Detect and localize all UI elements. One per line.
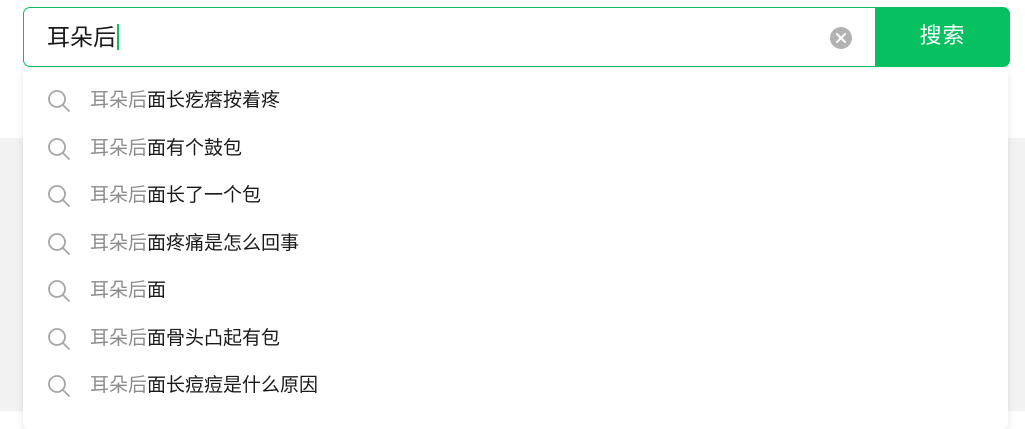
suggestion-prefix: 耳朵后 bbox=[90, 184, 148, 206]
suggestion-list: 耳朵后面长疙瘩按着疼 耳朵后面有个鼓包 耳朵后面长了一个包 耳朵后面疼痛是怎么回… bbox=[23, 69, 1008, 410]
suggestion-item[interactable]: 耳朵后面骨头凸起有包 bbox=[23, 315, 1008, 363]
suggestion-item[interactable]: 耳朵后面 bbox=[23, 267, 1008, 315]
suggestion-item[interactable]: 耳朵后面有个鼓包 bbox=[23, 125, 1008, 173]
search-button[interactable]: 搜索 bbox=[875, 7, 1010, 67]
search-input[interactable]: 耳朵后 bbox=[23, 7, 875, 67]
suggestion-item[interactable]: 耳朵后面疼痛是怎么回事 bbox=[23, 220, 1008, 268]
suggestion-prefix: 耳朵后 bbox=[90, 374, 148, 396]
search-bar: 耳朵后 搜索 bbox=[23, 7, 1010, 67]
suggestion-prefix: 耳朵后 bbox=[90, 89, 148, 111]
suggestion-text: 面长疙瘩按着疼 bbox=[147, 89, 281, 111]
suggestion-text: 面长痘痘是什么原因 bbox=[147, 374, 319, 396]
suggestion-prefix: 耳朵后 bbox=[90, 326, 148, 349]
suggestion-item[interactable]: 耳朵后面长了一个包 bbox=[23, 172, 1008, 220]
search-icon bbox=[48, 185, 70, 207]
suggestion-text: 面骨头凸起有包 bbox=[147, 326, 281, 349]
suggestion-prefix: 耳朵后 bbox=[90, 136, 148, 159]
search-icon bbox=[48, 375, 70, 397]
search-icon bbox=[48, 327, 70, 350]
suggestion-text: 面有个鼓包 bbox=[147, 136, 243, 159]
clear-input-button[interactable] bbox=[830, 27, 852, 49]
search-icon bbox=[48, 280, 70, 302]
suggestion-prefix: 耳朵后 bbox=[90, 231, 148, 254]
suggestion-prefix: 耳朵后 bbox=[90, 279, 148, 301]
suggestion-dropdown: 耳朵后面长疙瘩按着疼 耳朵后面有个鼓包 耳朵后面长了一个包 耳朵后面疼痛是怎么回… bbox=[23, 69, 1008, 429]
search-icon bbox=[48, 137, 70, 160]
suggestion-text: 面疼痛是怎么回事 bbox=[147, 231, 300, 254]
suggestion-text: 面长了一个包 bbox=[147, 184, 262, 206]
text-caret bbox=[117, 24, 119, 50]
clear-icon bbox=[836, 33, 846, 43]
suggestion-text: 面 bbox=[147, 279, 167, 301]
suggestion-item[interactable]: 耳朵后面长痘痘是什么原因 bbox=[23, 362, 1008, 410]
search-icon bbox=[48, 232, 70, 255]
suggestion-item[interactable]: 耳朵后面长疙瘩按着疼 bbox=[23, 77, 1008, 125]
search-input-value[interactable]: 耳朵后 bbox=[47, 23, 119, 53]
search-icon bbox=[48, 90, 70, 112]
